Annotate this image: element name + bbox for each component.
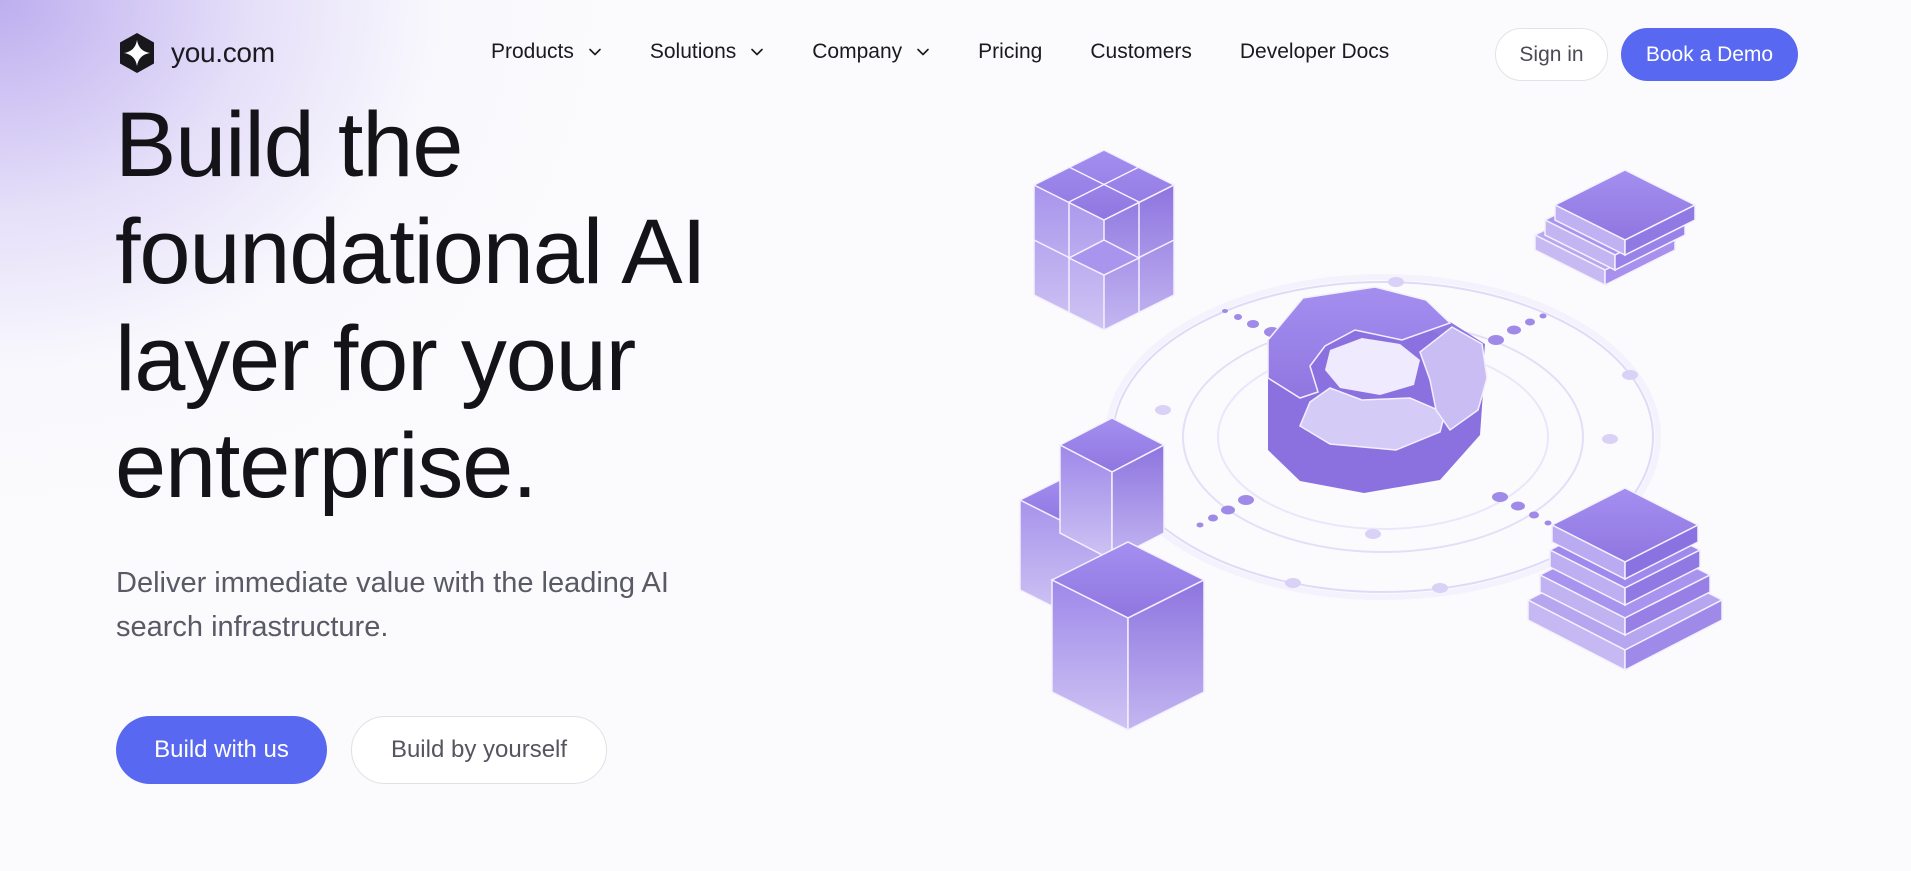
stacked-plates-top-right — [1533, 169, 1697, 287]
nav-pricing-label: Pricing — [978, 40, 1043, 63]
top-navigation: you.com Products Solutions Company Prici… — [0, 0, 1911, 106]
cube-cluster-top-left — [1032, 149, 1176, 332]
book-demo-button[interactable]: Book a Demo — [1621, 28, 1798, 81]
nav-products[interactable]: Products — [491, 40, 602, 64]
nav-solutions-label: Solutions — [649, 40, 737, 63]
hero-title-line: foundational AI — [115, 201, 707, 303]
cube-stack-bottom-left — [1018, 417, 1206, 732]
primary-nav: Products Solutions Company Pricing Custo… — [491, 40, 1437, 64]
nav-customers[interactable]: Customers — [1090, 40, 1192, 64]
hero-title-line: layer for your — [115, 308, 636, 410]
nav-solutions[interactable]: Solutions — [650, 40, 764, 64]
hero-subtitle-line: Deliver immediate value with the leading… — [116, 567, 669, 599]
hero-subtitle: Deliver immediate value with the leading… — [116, 561, 736, 649]
nav-customers-label: Customers — [1090, 40, 1192, 63]
nav-company-label: Company — [812, 40, 903, 63]
brand-logo[interactable]: you.com — [115, 31, 275, 75]
nav-company[interactable]: Company — [812, 40, 930, 64]
hero-title: Build the foundational AI layer for your… — [115, 92, 835, 520]
hero-illustration — [1018, 149, 1724, 732]
chevron-down-icon — [589, 48, 601, 56]
stacked-plates-bottom-right — [1526, 487, 1724, 672]
build-by-yourself-button[interactable]: Build by yourself — [351, 716, 607, 784]
sign-in-button[interactable]: Sign in — [1495, 28, 1608, 81]
hero-subtitle-line: search infrastructure. — [116, 611, 389, 643]
nav-developer-docs-label: Developer Docs — [1239, 40, 1390, 63]
hero-title-line: Build the — [115, 94, 463, 196]
build-with-us-button[interactable]: Build with us — [116, 716, 327, 784]
hero-title-line: enterprise. — [115, 415, 538, 517]
chevron-down-icon — [917, 48, 929, 56]
chevron-down-icon — [751, 48, 764, 56]
you-logo-icon — [120, 33, 154, 73]
brand-name: you.com — [171, 37, 275, 68]
nav-developer-docs[interactable]: Developer Docs — [1240, 40, 1389, 64]
center-ring-shape — [1267, 286, 1488, 493]
nav-pricing[interactable]: Pricing — [978, 40, 1042, 64]
nav-products-label: Products — [491, 40, 574, 63]
